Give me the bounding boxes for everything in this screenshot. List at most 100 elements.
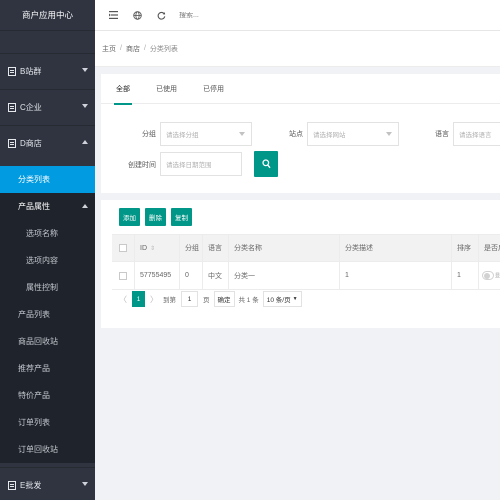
cell-lang: 中文	[203, 262, 229, 289]
refresh-icon[interactable]	[149, 0, 173, 31]
cell-id: 57755495	[135, 262, 180, 289]
col-desc: 分类描述	[340, 235, 452, 261]
table-header: ID ⇕ 分组 语言 分类名称 分类描述 排序 是否启	[112, 234, 500, 262]
filter-form: 分组 请选择分组 站点 请选择网站 语言 请选择语言 创建时间 请选择日期范围	[101, 120, 500, 186]
breadcrumb-current: 分类列表	[149, 45, 178, 53]
sidebar-item-recommended[interactable]: 推荐产品	[0, 355, 95, 382]
enabled-toggle[interactable]	[482, 271, 494, 280]
sidebar-item-category-list[interactable]: 分类列表	[0, 166, 95, 193]
toggle-text: 显	[494, 273, 500, 279]
search-input[interactable]	[179, 11, 299, 19]
page-current[interactable]: 1	[132, 291, 145, 307]
page-size-value: 10 条/页	[266, 297, 291, 304]
group-select[interactable]: 请选择分组	[160, 122, 252, 146]
chevron-down-icon	[82, 68, 88, 72]
page-label: 页	[203, 297, 210, 304]
pagination: 〈 1 〉 到第 1 页 确定 共 1 条 10 条/页 ▼	[119, 291, 302, 307]
top-bar	[95, 0, 500, 31]
sidebar-item-label: 选项内容	[26, 256, 58, 265]
sidebar-group-e[interactable]: E批发	[0, 467, 95, 500]
document-icon	[8, 67, 16, 76]
sidebar-item-product-attr[interactable]: 产品属性	[0, 193, 95, 220]
sidebar-item-order-recycle[interactable]: 订单回收站	[0, 436, 95, 463]
search-button[interactable]	[254, 151, 278, 177]
sidebar-item-product-list[interactable]: 产品列表	[0, 301, 95, 328]
sidebar-submenu: 分类列表 产品属性 选项名称 选项内容 属性控制 产品列表 商品回收站 推荐产品…	[0, 166, 95, 463]
page-size-select[interactable]: 10 条/页 ▼	[262, 291, 302, 307]
caret-down-icon	[239, 132, 245, 136]
sidebar-group-label: B站群	[20, 67, 42, 76]
cell-group: 0	[180, 262, 203, 289]
sidebar-item-option-name[interactable]: 选项名称	[0, 220, 95, 247]
sidebar-item-label: 商品回收站	[18, 337, 58, 346]
select-all-cell	[112, 235, 135, 261]
sidebar-item-label: 产品列表	[18, 310, 50, 319]
table-toolbar: 添加 删除 复制	[119, 208, 197, 226]
site-label: 站点	[289, 131, 303, 138]
document-icon	[8, 139, 16, 148]
globe-icon[interactable]	[125, 0, 149, 31]
document-icon	[8, 103, 16, 112]
select-all-checkbox[interactable]	[119, 244, 127, 252]
breadcrumb-store[interactable]: 商店	[126, 44, 140, 54]
breadcrumb: 主页 / 商店 / 分类列表	[95, 31, 500, 67]
menu-toggle-icon[interactable]	[101, 0, 125, 31]
sort-icon: ⇕	[150, 245, 156, 252]
chevron-up-icon	[82, 140, 88, 144]
breadcrumb-separator: /	[120, 45, 122, 52]
lang-select[interactable]: 请选择语言	[453, 122, 500, 146]
row-select-cell	[112, 262, 135, 289]
date-range-placeholder: 请选择日期范围	[166, 162, 212, 169]
row-checkbox[interactable]	[119, 271, 127, 280]
category-table: ID ⇕ 分组 语言 分类名称 分类描述 排序 是否启 57755495 0 中…	[112, 234, 500, 290]
delete-button[interactable]: 删除	[145, 208, 166, 226]
add-button[interactable]: 添加	[119, 208, 140, 226]
sidebar-item-attr-control[interactable]: 属性控制	[0, 274, 95, 301]
table-row: 57755495 0 中文 分类一 1 1 显	[112, 262, 500, 290]
sidebar: 商户应用中心 B站群 C企业 D商店 分类列表 产品属性 选项名称 选项内容 属…	[0, 0, 95, 500]
sidebar-group-b[interactable]: B站群	[0, 53, 95, 89]
tab-all[interactable]: 全部	[114, 74, 132, 105]
tab-disabled[interactable]: 已停用	[203, 74, 224, 104]
sidebar-item-label: 订单列表	[18, 418, 50, 427]
total-count: 共 1 条	[238, 297, 259, 304]
date-range-input[interactable]: 请选择日期范围	[160, 152, 242, 176]
lang-label: 语言	[435, 131, 449, 138]
breadcrumb-separator: /	[143, 45, 146, 52]
main-card: 全部 已使用 已停用 分组 请选择分组 站点 请选择网站 语言 请选择语言 创建…	[101, 74, 500, 328]
col-lang: 语言	[203, 235, 229, 261]
sidebar-item-order-list[interactable]: 订单列表	[0, 409, 95, 436]
breadcrumb-home[interactable]: 主页	[102, 44, 116, 54]
goto-confirm-button[interactable]: 确定	[213, 291, 235, 307]
search-icon	[261, 159, 271, 169]
sidebar-group-d[interactable]: D商店	[0, 125, 95, 161]
sidebar-item-label: 属性控制	[26, 283, 58, 292]
col-enabled: 是否启	[484, 245, 500, 252]
chevron-down-icon	[82, 482, 88, 486]
sidebar-item-label: 特价产品	[18, 391, 50, 400]
caret-down-icon: ▼	[292, 296, 298, 302]
lang-select-placeholder: 请选择语言	[459, 132, 492, 139]
tab-used[interactable]: 已使用	[156, 74, 177, 104]
sidebar-item-product-recycle[interactable]: 商品回收站	[0, 328, 95, 355]
sidebar-item-special[interactable]: 特价产品	[0, 382, 95, 409]
next-page-icon[interactable]: 〉	[150, 294, 158, 305]
site-select[interactable]: 请选择网站	[307, 122, 399, 146]
copy-button[interactable]: 复制	[171, 208, 192, 226]
sidebar-group-label: D商店	[20, 139, 42, 148]
sidebar-item-label: 选项名称	[26, 229, 58, 238]
prev-page-icon[interactable]: 〈	[119, 294, 127, 305]
group-label: 分组	[142, 131, 156, 138]
time-label: 创建时间	[128, 162, 156, 169]
page-input[interactable]: 1	[181, 291, 198, 307]
col-sort: 排序	[452, 235, 479, 261]
section-divider	[101, 193, 500, 200]
sidebar-group-c[interactable]: C企业	[0, 89, 95, 125]
document-icon	[8, 481, 16, 490]
goto-label: 到第	[163, 297, 176, 304]
sidebar-item-option-content[interactable]: 选项内容	[0, 247, 95, 274]
col-id-label: ID	[140, 244, 147, 252]
cell-name: 分类一	[229, 262, 340, 289]
col-id[interactable]: ID ⇕	[135, 235, 180, 261]
app-logo: 商户应用中心	[0, 0, 95, 31]
